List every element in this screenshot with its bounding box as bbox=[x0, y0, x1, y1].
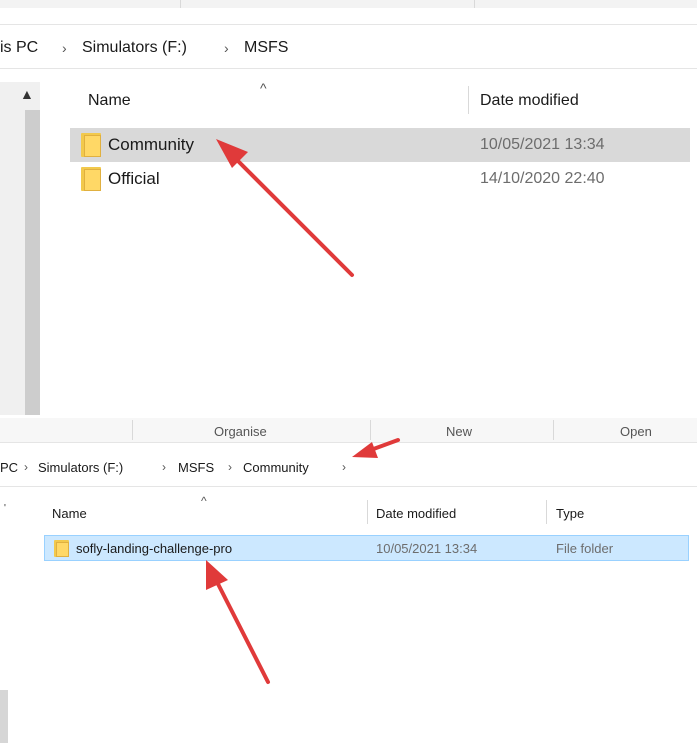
arrow-to-sofly-folder-icon bbox=[206, 560, 270, 684]
annotation-overlay bbox=[206, 139, 400, 684]
arrow-to-breadcrumb-icon bbox=[352, 438, 400, 458]
arrow-to-community-icon bbox=[216, 139, 354, 277]
